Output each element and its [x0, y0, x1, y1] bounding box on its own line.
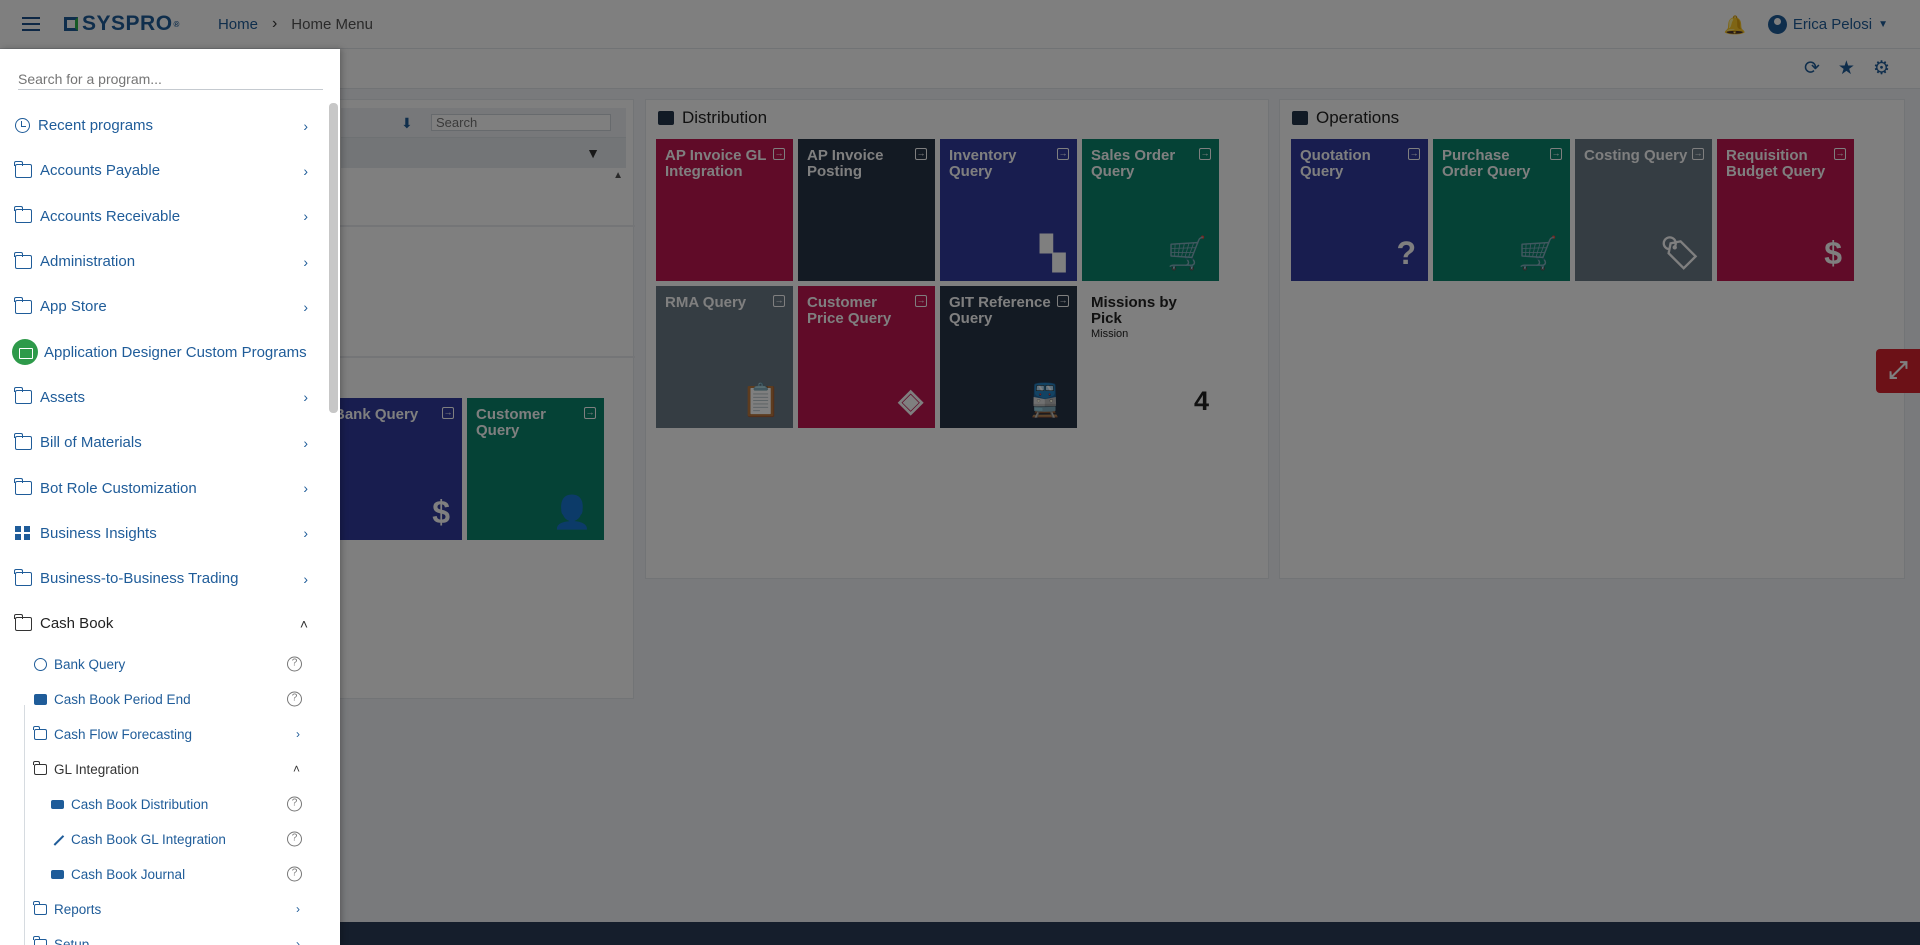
- submenu-setup[interactable]: Setup ›: [0, 927, 326, 945]
- folder-icon: [14, 160, 32, 178]
- menu-item-label: Recent programs: [38, 117, 154, 135]
- menu-item-label: Bot Role Customization: [40, 479, 197, 497]
- submenu-label: Reports: [54, 901, 102, 917]
- folder-icon: [14, 206, 32, 224]
- folder-icon: [14, 251, 32, 269]
- folder-icon: [33, 901, 47, 915]
- program-search-input[interactable]: [18, 68, 323, 90]
- menu-item-label: Application Designer Custom Programs: [44, 343, 307, 361]
- clock-icon: [15, 118, 30, 134]
- chevron-right-icon: ›: [303, 389, 308, 406]
- folder-icon: [14, 568, 32, 586]
- submenu-cash-book-period-end[interactable]: Cash Book Period End ?: [0, 682, 326, 717]
- menu-item-b2b-trading[interactable]: Business-to-Business Trading ›: [0, 556, 326, 601]
- menu-item-label: Accounts Receivable: [40, 207, 181, 225]
- submenu-label: Setup: [54, 936, 90, 945]
- chevron-right-icon: ›: [296, 902, 300, 917]
- tree-guide-line: [24, 705, 25, 945]
- menu-item-label: Accounts Payable: [40, 162, 161, 180]
- printer-icon: [51, 869, 64, 879]
- chevron-right-icon: ›: [303, 525, 308, 542]
- folder-icon: [33, 936, 47, 945]
- help-icon[interactable]: ?: [287, 831, 302, 847]
- menu-item-administration[interactable]: Administration ›: [0, 239, 326, 284]
- menu-item-accounts-receivable[interactable]: Accounts Receivable ›: [0, 194, 326, 239]
- folder-badge-icon: [12, 339, 38, 366]
- chevron-right-icon: ›: [303, 298, 308, 315]
- help-icon[interactable]: ?: [287, 656, 302, 672]
- chevron-right-icon: ›: [296, 937, 300, 945]
- chevron-right-icon: ›: [303, 208, 308, 225]
- chevron-right-icon: ›: [303, 253, 308, 270]
- help-icon[interactable]: ?: [287, 866, 302, 882]
- folder-icon: [14, 478, 32, 496]
- menu-item-assets[interactable]: Assets ›: [0, 375, 326, 420]
- program-menu-drawer: Recent programs › Accounts Payable › Acc…: [0, 49, 340, 945]
- help-icon[interactable]: ?: [287, 691, 302, 707]
- chevron-right-icon: ›: [303, 570, 308, 587]
- pencil-icon: [50, 832, 65, 846]
- menu-item-label: App Store: [40, 298, 107, 316]
- folder-icon: [14, 387, 32, 405]
- chevron-right-icon: ›: [303, 480, 308, 497]
- menu-item-app-store[interactable]: App Store ›: [0, 284, 326, 329]
- menu-item-label: Business Insights: [40, 524, 157, 542]
- document-icon: [34, 693, 47, 705]
- submenu-label: Cash Flow Forecasting: [54, 726, 193, 742]
- folder-open-icon: [33, 761, 47, 775]
- menu-item-label: Business-to-Business Trading: [40, 570, 239, 588]
- submenu-cash-book-gl-integration[interactable]: Cash Book GL Integration ?: [0, 822, 326, 857]
- submenu-label: Cash Book GL Integration: [71, 831, 226, 847]
- submenu-cash-book-distribution[interactable]: Cash Book Distribution ?: [0, 787, 326, 822]
- chevron-up-icon: ˄: [299, 615, 308, 632]
- info-icon: [34, 657, 47, 671]
- submenu-label: GL Integration: [54, 761, 140, 777]
- menu-item-application-designer[interactable]: Application Designer Custom Programs: [0, 329, 326, 374]
- submenu-cash-flow-forecasting[interactable]: Cash Flow Forecasting ›: [0, 717, 326, 752]
- folder-icon: [14, 296, 32, 314]
- menu-item-label: Cash Book: [40, 615, 114, 633]
- drawer-scrollbar[interactable]: [329, 103, 338, 413]
- menu-item-recent-programs[interactable]: Recent programs ›: [0, 103, 326, 148]
- help-icon[interactable]: ?: [287, 796, 302, 812]
- submenu-cash-book-journal[interactable]: Cash Book Journal ?: [0, 857, 326, 892]
- submenu-label: Cash Book Journal: [71, 866, 186, 882]
- printer-icon: [51, 799, 64, 809]
- chevron-right-icon: ›: [303, 162, 308, 179]
- submenu-label: Cash Book Period End: [54, 691, 191, 707]
- submenu-gl-integration[interactable]: GL Integration ˄: [0, 752, 326, 787]
- menu-item-bill-of-materials[interactable]: Bill of Materials ›: [0, 420, 326, 465]
- menu-item-accounts-payable[interactable]: Accounts Payable ›: [0, 148, 326, 193]
- folder-icon: [33, 726, 47, 740]
- dashboard-icon: [15, 526, 32, 541]
- menu-item-cash-book[interactable]: Cash Book ˄: [0, 601, 326, 646]
- menu-item-label: Bill of Materials: [40, 434, 142, 452]
- menu-item-label: Assets: [40, 388, 86, 406]
- chevron-right-icon: ›: [303, 117, 308, 134]
- menu-item-bot-role-customization[interactable]: Bot Role Customization ›: [0, 465, 326, 510]
- submenu-label: Bank Query: [54, 656, 126, 672]
- submenu-label: Cash Book Distribution: [71, 796, 209, 812]
- submenu-bank-query[interactable]: Bank Query ?: [0, 647, 326, 682]
- submenu-reports[interactable]: Reports ›: [0, 892, 326, 927]
- program-menu: Recent programs › Accounts Payable › Acc…: [0, 103, 326, 945]
- menu-item-business-insights[interactable]: Business Insights ›: [0, 511, 326, 556]
- folder-icon: [14, 432, 32, 450]
- chevron-up-icon: ˄: [292, 762, 300, 777]
- menu-item-label: Administration: [40, 253, 136, 271]
- chevron-right-icon: ›: [296, 727, 300, 742]
- chevron-right-icon: ›: [303, 434, 308, 451]
- folder-open-icon: [14, 613, 32, 631]
